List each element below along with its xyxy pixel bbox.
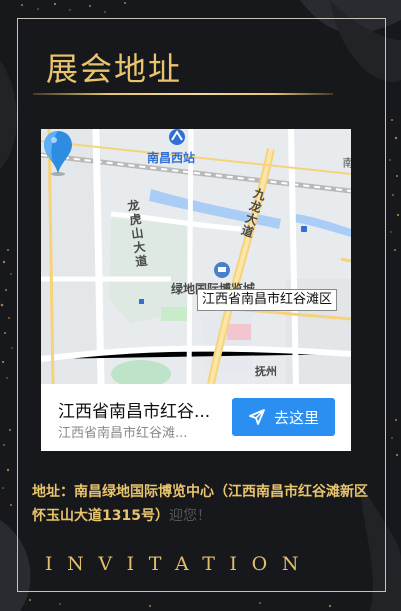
location-address: 江西省南昌市红谷滩... [58,426,188,441]
map-view[interactable]: 南昌西站 龙虎山大道 九龙大道 绿地国际博览城 抚州 南 江西省南昌市红谷滩区 [41,129,351,384]
title-underline [33,93,333,95]
go-here-button[interactable]: 去这里 [232,398,335,436]
send-arrow-icon [249,409,265,425]
map-tooltip: 江西省南昌市红谷滩区 [197,289,338,311]
invitation-footer: INVITATION [45,553,314,575]
page-title: 展会地址 [46,50,183,88]
go-here-label: 去这里 [273,408,319,427]
map-card[interactable]: 南昌西站 龙虎山大道 九龙大道 绿地国际博览城 抚州 南 江西省南昌市红谷滩区 … [41,129,351,451]
location-name: 江西省南昌市红谷... [58,402,211,422]
map-graphics [41,129,351,384]
address-ghost-suffix: 迎您！ [168,508,211,524]
location-info: 江西省南昌市红谷... 江西省南昌市红谷滩... 去这里 [41,384,351,451]
map-label-fuzhou-road: 抚州 [255,365,277,378]
map-pin-icon[interactable] [41,129,75,177]
map-label-edge: 南 [341,157,351,168]
map-label-station: 南昌西站 [147,151,196,165]
address-text: 地址：南昌绿地国际博览中心（江西南昌市红谷滩新区怀玉山大道1315号）迎您！ [32,480,368,528]
